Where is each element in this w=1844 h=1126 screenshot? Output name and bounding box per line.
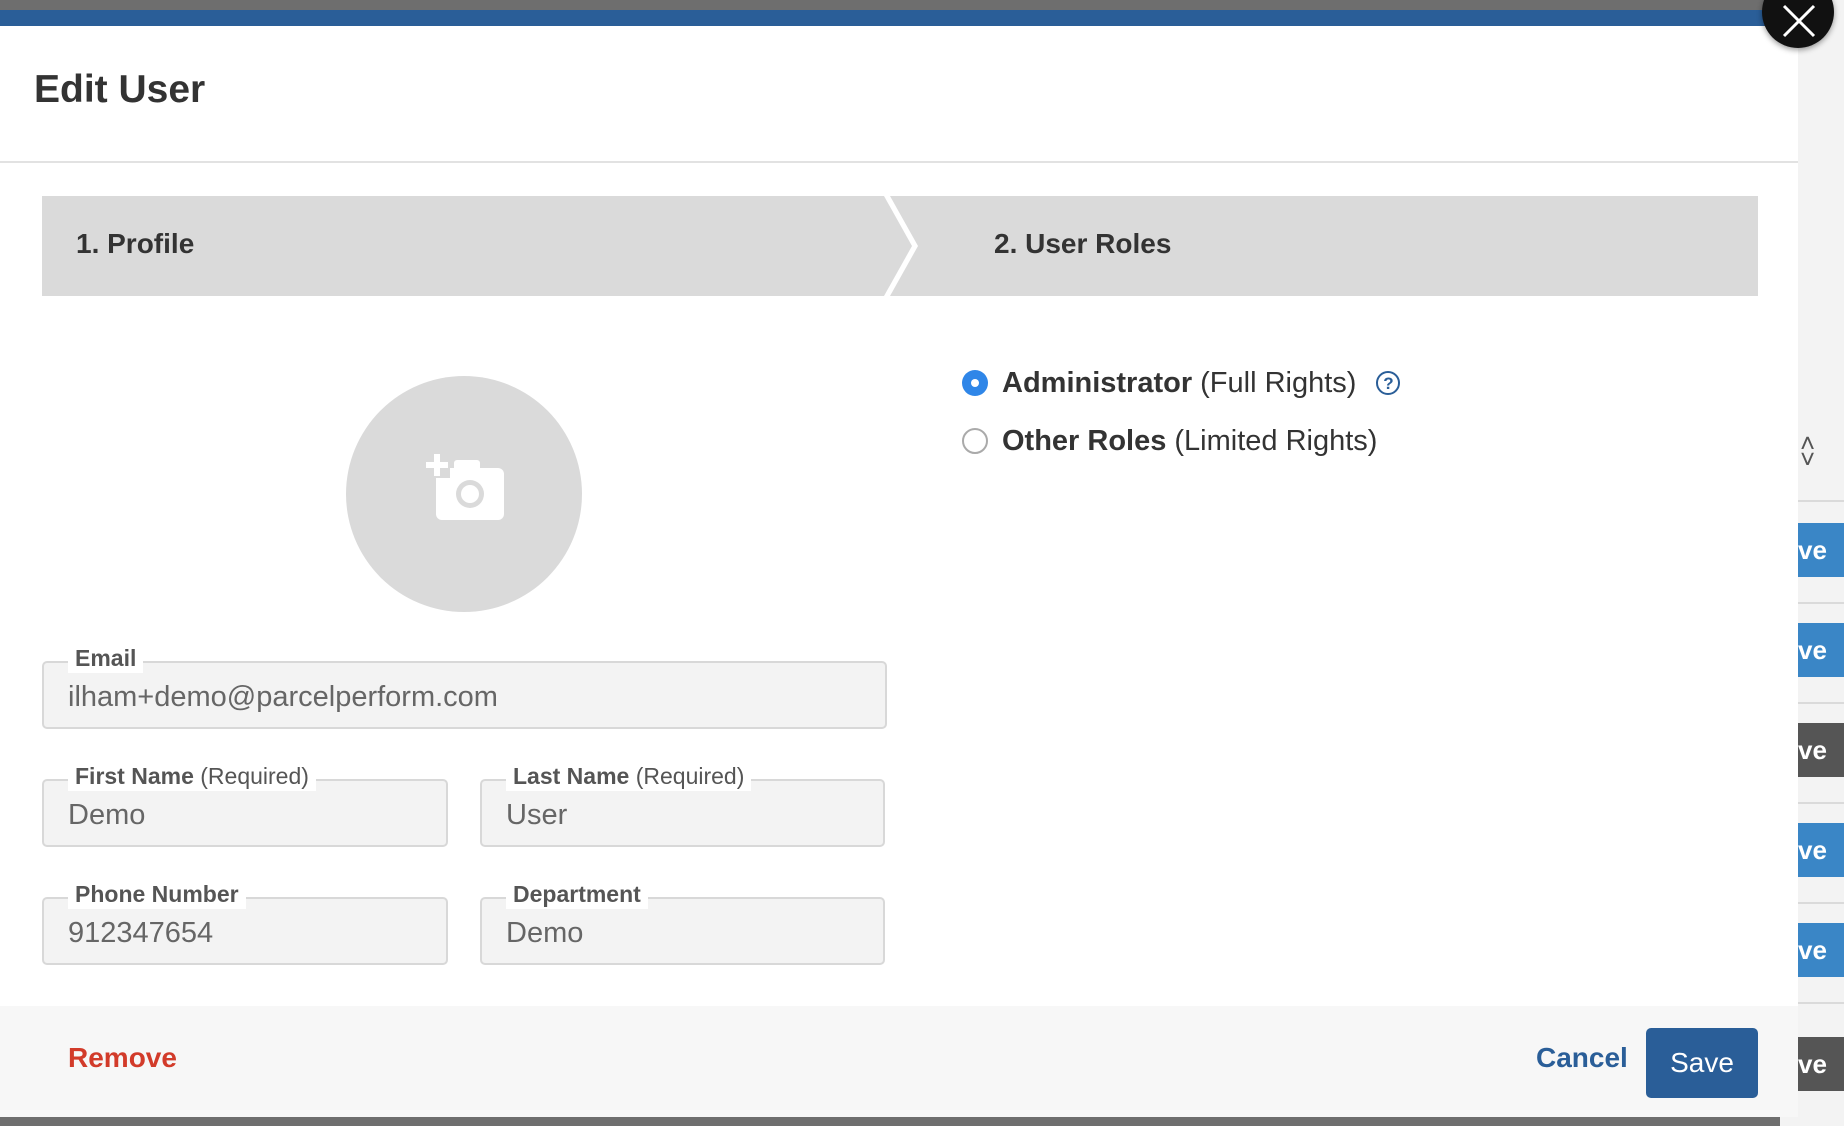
first-name-input[interactable]: Demo — [68, 781, 436, 845]
role-radio-group: Administrator (Full Rights) ? Other Role… — [962, 354, 1401, 470]
last-name-input[interactable]: User — [506, 781, 873, 845]
email-field[interactable]: Email ilham+demo@parcelperform.com — [42, 643, 887, 729]
department-input[interactable]: Demo — [506, 899, 873, 963]
modal-title: Edit User — [34, 68, 206, 111]
cancel-button[interactable]: Cancel — [1536, 1042, 1628, 1074]
role-option-administrator[interactable]: Administrator (Full Rights) ? — [962, 354, 1401, 412]
step-indicator: 1. Profile 2. User Roles — [42, 196, 1758, 296]
role-name: Other Roles — [1002, 424, 1167, 457]
first-name-field[interactable]: First Name (Required) Demo — [42, 761, 448, 847]
role-option-other-roles[interactable]: Other Roles (Limited Rights) — [962, 412, 1400, 470]
last-name-field[interactable]: Last Name (Required) User — [480, 761, 885, 847]
modal-footer: Remove Cancel Save — [0, 1006, 1798, 1117]
modal-accent-bar — [0, 10, 1798, 26]
sort-icon: ˄ ˅ — [1800, 428, 1816, 474]
add-photo-icon — [424, 452, 504, 520]
radio-button[interactable] — [962, 428, 988, 454]
email-input[interactable]: ilham+demo@parcelperform.com — [68, 663, 875, 727]
department-field[interactable]: Department Demo — [480, 879, 885, 965]
save-button[interactable]: Save — [1646, 1028, 1758, 1098]
role-name: Administrator — [1002, 366, 1193, 399]
edit-user-modal: Edit User 1. Profile 2. User Roles Email… — [0, 10, 1798, 1117]
help-icon[interactable]: ? — [1376, 371, 1401, 395]
phone-number-input[interactable]: 912347654 — [68, 899, 436, 963]
remove-button[interactable]: Remove — [68, 1042, 177, 1074]
role-detail: (Limited Rights) — [1174, 424, 1378, 457]
phone-number-field[interactable]: Phone Number 912347654 — [42, 879, 448, 965]
avatar-upload[interactable] — [346, 376, 582, 612]
radio-button-selected[interactable] — [962, 370, 988, 396]
step-label: 1. Profile — [76, 228, 195, 259]
modal-header: Edit User — [0, 26, 1798, 163]
close-icon — [1782, 4, 1816, 38]
step-user-roles[interactable]: 2. User Roles — [890, 196, 1758, 296]
step-profile[interactable]: 1. Profile — [42, 196, 912, 296]
role-detail: (Full Rights) — [1200, 366, 1357, 399]
step-label: 2. User Roles — [994, 228, 1172, 259]
